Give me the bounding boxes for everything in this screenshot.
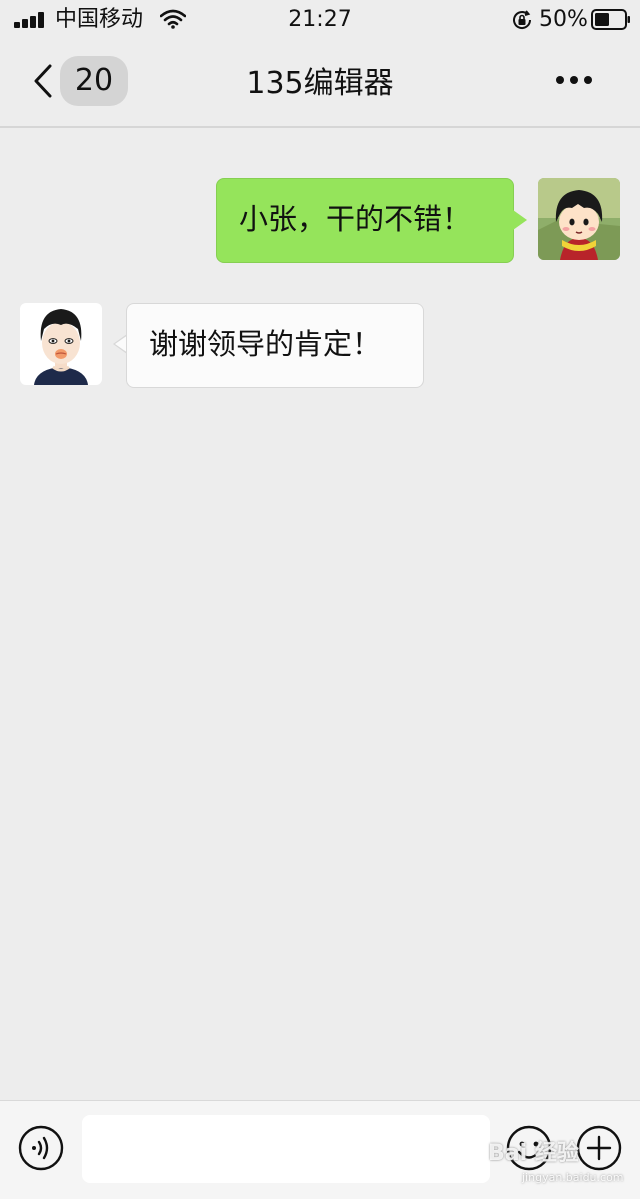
battery-percent: 50%: [539, 7, 588, 32]
more-options-button[interactable]: [550, 64, 598, 96]
voice-button[interactable]: [18, 1125, 64, 1171]
emoji-icon: [506, 1125, 552, 1171]
message-bubble-sent[interactable]: 小张，干的不错！: [216, 178, 514, 263]
watermark-url: jingyan.baidu.com: [522, 1171, 624, 1184]
cartoon-boy-avatar[interactable]: [20, 303, 102, 385]
message-text: 谢谢领导的肯定！: [149, 327, 382, 361]
status-bar: 中国移动 21:27 50%: [0, 0, 640, 40]
bubble-tail: [513, 210, 527, 230]
message-input[interactable]: [82, 1115, 490, 1183]
battery-icon: [591, 9, 630, 30]
message-bubble-received[interactable]: 谢谢领导的肯定！: [126, 303, 424, 388]
nav-bar: 20 135编辑器: [0, 40, 640, 128]
plus-icon: [576, 1125, 622, 1171]
plus-button[interactable]: [576, 1125, 622, 1171]
orientation-lock-icon: [513, 10, 532, 29]
chat-title: 135编辑器: [246, 66, 394, 101]
message-text: 小张，干的不错！: [239, 202, 472, 236]
input-bar: Bai 经验 jingyan.baidu.com: [0, 1100, 640, 1199]
voice-icon: [18, 1125, 64, 1171]
emoji-button[interactable]: [506, 1125, 552, 1171]
cartoon-girl-avatar[interactable]: [538, 178, 620, 260]
